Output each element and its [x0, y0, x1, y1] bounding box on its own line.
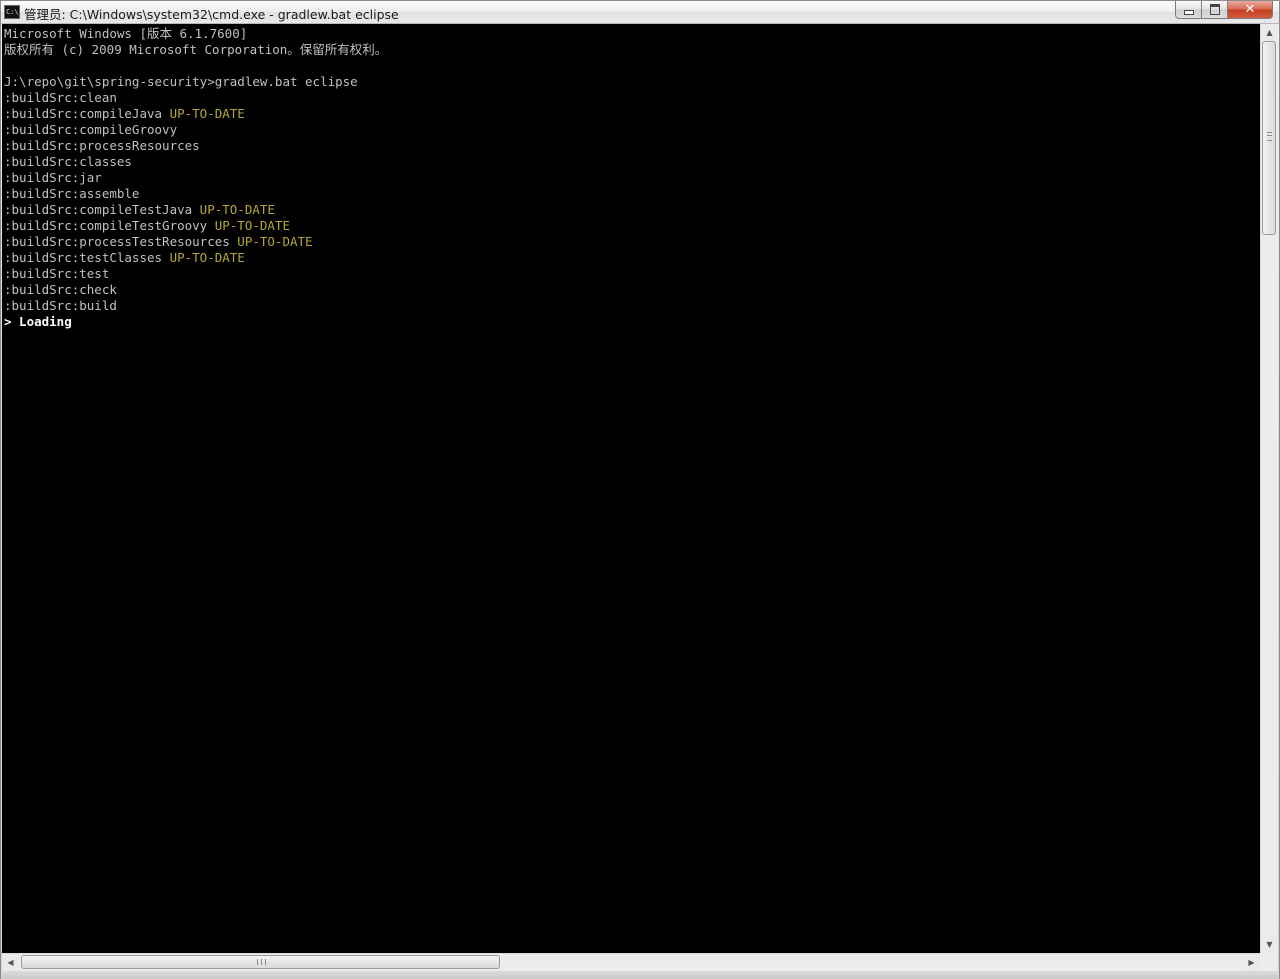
console-window: C:\ 管理员: C:\Windows\system32\cmd.exe - g… [0, 0, 1280, 979]
console-text-segment: :buildSrc:compileTestGroovy [4, 218, 215, 233]
close-icon: ✕ [1244, 2, 1256, 17]
arrow-left-icon: ◀ [7, 958, 14, 967]
minimize-icon [1183, 10, 1194, 15]
console-line: :buildSrc:jar [4, 170, 387, 186]
grip-icon [257, 959, 266, 965]
window-frame-bottom [1, 971, 1279, 979]
console-line: :buildSrc:compileJava UP-TO-DATE [4, 106, 387, 122]
console-line: :buildSrc:compileTestJava UP-TO-DATE [4, 202, 387, 218]
console-text-segment: :buildSrc:check [4, 282, 117, 297]
console-line: :buildSrc:classes [4, 154, 387, 170]
console-line: :buildSrc:processTestResources UP-TO-DAT… [4, 234, 387, 250]
console-line: :buildSrc:processResources [4, 138, 387, 154]
console-text-segment: :buildSrc:processResources [4, 138, 200, 153]
console-line: :buildSrc:compileGroovy [4, 122, 387, 138]
status-text: UP-TO-DATE [214, 218, 290, 233]
console-line: :buildSrc:clean [4, 90, 387, 106]
console-line: :buildSrc:build [4, 298, 387, 314]
window-controls: ✕ [1175, 1, 1273, 20]
console-text-segment: :buildSrc:compileTestJava [4, 202, 200, 217]
console-line: :buildSrc:testClasses UP-TO-DATE [4, 250, 387, 266]
minimize-button[interactable] [1175, 1, 1202, 19]
console-text-segment: :buildSrc:processTestResources [4, 234, 238, 249]
console-text-segment: :buildSrc:testClasses [4, 250, 170, 265]
grip-icon [1267, 132, 1272, 141]
console-text-segment: :buildSrc:build [4, 298, 117, 313]
console-text-segment: :buildSrc:classes [4, 154, 132, 169]
console-text-segment: :buildSrc:assemble [4, 186, 140, 201]
scrollbar-corner [1260, 953, 1278, 971]
console-line: J:\repo\git\spring-security>gradlew.bat … [4, 74, 387, 90]
horizontal-scrollbar[interactable]: ◀ ▶ [2, 953, 1260, 971]
console-text-segment: :buildSrc:jar [4, 170, 102, 185]
console-line: > Loading [4, 314, 387, 330]
console-line: Microsoft Windows [版本 6.1.7600] [4, 26, 387, 42]
console-line: :buildSrc:test [4, 266, 387, 282]
console-text-segment: > Loading [4, 314, 72, 329]
arrow-right-icon: ▶ [1248, 958, 1255, 967]
scroll-up-button[interactable]: ▲ [1261, 24, 1278, 41]
window-title: 管理员: C:\Windows\system32\cmd.exe - gradl… [24, 7, 399, 22]
console-line: :buildSrc:check [4, 282, 387, 298]
console-line: :buildSrc:compileTestGroovy UP-TO-DATE [4, 218, 387, 234]
console-text-segment: :buildSrc:compileJava [4, 106, 170, 121]
status-text: UP-TO-DATE [199, 202, 275, 217]
console-text-segment: :buildSrc:clean [4, 90, 117, 105]
status-text: UP-TO-DATE [169, 106, 245, 121]
console-text-segment: Microsoft Windows [版本 6.1.7600] [4, 26, 248, 41]
console-line: :buildSrc:assemble [4, 186, 387, 202]
console-text: Microsoft Windows [版本 6.1.7600] 版权所有 (c) … [4, 26, 387, 330]
console-output[interactable]: Microsoft Windows [版本 6.1.7600] 版权所有 (c) … [2, 24, 1260, 953]
console-text-segment: 版权所有 (c) 2009 Microsoft Corporation。保留所有… [4, 42, 388, 57]
vertical-scrollbar[interactable]: ▲ ▼ [1260, 24, 1278, 953]
arrow-down-icon: ▼ [1266, 940, 1273, 949]
console-text-segment: :buildSrc:compileGroovy [4, 122, 178, 137]
restore-icon [1209, 4, 1220, 15]
title-bar[interactable]: C:\ 管理员: C:\Windows\system32\cmd.exe - g… [1, 1, 1279, 24]
console-text-segment: :buildSrc:test [4, 266, 110, 281]
scroll-left-button[interactable]: ◀ [2, 954, 19, 971]
maximize-button[interactable] [1202, 1, 1228, 19]
status-text: UP-TO-DATE [237, 234, 313, 249]
status-text: UP-TO-DATE [169, 250, 245, 265]
close-button[interactable]: ✕ [1228, 1, 1273, 19]
console-text-segment: J:\repo\git\spring-security>gradlew.bat … [4, 74, 358, 89]
vertical-scroll-thumb[interactable] [1262, 41, 1276, 235]
scroll-right-button[interactable]: ▶ [1243, 954, 1260, 971]
arrow-up-icon: ▲ [1266, 28, 1273, 37]
cmd-icon[interactable]: C:\ [4, 5, 20, 19]
console-line: 版权所有 (c) 2009 Microsoft Corporation。保留所有… [4, 42, 387, 58]
scroll-down-button[interactable]: ▼ [1261, 936, 1278, 953]
horizontal-scroll-thumb[interactable] [21, 955, 500, 969]
